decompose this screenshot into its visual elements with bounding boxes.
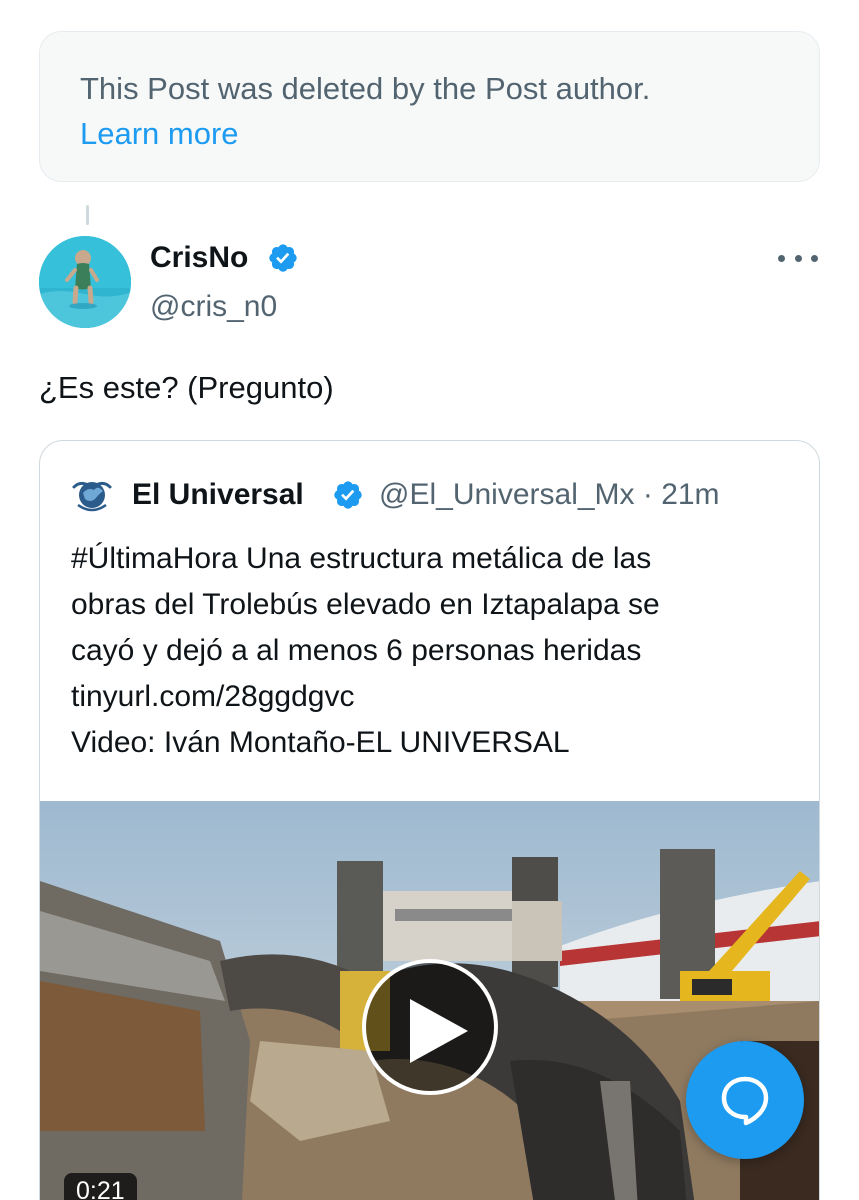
more-options-button[interactable] xyxy=(778,245,818,271)
quoted-text-line: Video: Iván Montaño-EL UNIVERSAL xyxy=(71,726,570,759)
more-horizontal-icon-dot xyxy=(811,254,818,262)
quoted-author-name[interactable]: El Universal xyxy=(132,475,304,515)
el-universal-logo-icon xyxy=(71,474,113,516)
deleted-notice-text: This Post was deleted by the Post author… xyxy=(80,71,651,106)
post-text: ¿Es este? (Pregunto) xyxy=(39,370,334,405)
author-name[interactable]: CrisNo xyxy=(150,238,248,278)
play-button[interactable] xyxy=(362,959,498,1095)
avatar[interactable] xyxy=(39,236,131,328)
play-icon xyxy=(410,999,468,1063)
quoted-text-line: cayó y dejó a al menos 6 personas herida… xyxy=(71,634,642,667)
quoted-post-body: #ÚltimaHora Una estructura metálica de l… xyxy=(71,536,801,766)
verified-badge-icon xyxy=(269,244,297,272)
avatar-image xyxy=(39,236,131,328)
quoted-text-line: #ÚltimaHora Una estructura metálica de l… xyxy=(71,542,652,575)
reply-bubble-icon xyxy=(721,1076,769,1126)
deleted-post-notice: This Post was deleted by the Post author… xyxy=(39,31,820,182)
more-horizontal-icon-dot xyxy=(778,254,785,262)
reply-fab-button[interactable] xyxy=(686,1041,804,1159)
video-duration-badge: 0:21 xyxy=(64,1173,137,1200)
quoted-link[interactable]: tinyurl.com/28ggdgvc xyxy=(71,674,801,720)
quoted-author-handle-time[interactable]: @El_Universal_Mx · 21m xyxy=(379,475,720,515)
more-horizontal-icon-dot xyxy=(794,254,802,262)
author-handle[interactable]: @cris_n0 xyxy=(150,287,277,327)
verified-badge-icon xyxy=(334,481,362,509)
thread-connector-line xyxy=(86,205,89,225)
quoted-text-line: obras del Trolebús elevado en Iztapalapa… xyxy=(71,588,660,621)
learn-more-link[interactable]: Learn more xyxy=(80,111,779,156)
